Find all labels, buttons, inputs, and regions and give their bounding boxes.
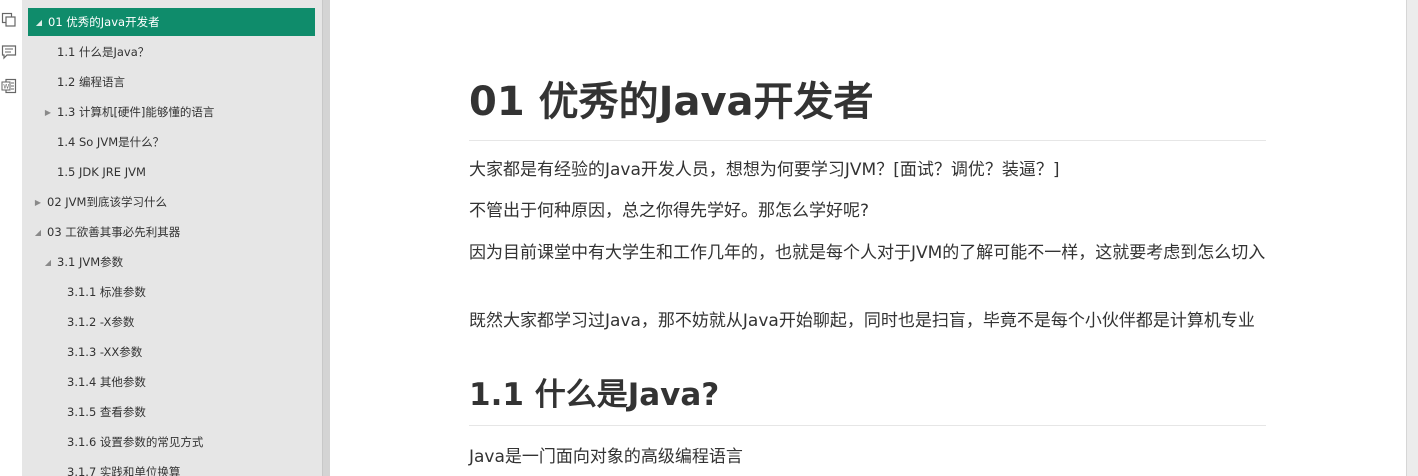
outline-sidebar: ◢ 01 优秀的Java开发者 1.1 什么是Java？ 1.2 编程语言 ▶ … — [22, 0, 322, 476]
toc-item-1-1[interactable]: 1.1 什么是Java？ — [28, 38, 315, 66]
toc-item-1-5[interactable]: 1.5 JDK JRE JVM — [28, 158, 315, 186]
icon-rail: W — [0, 0, 22, 476]
expand-triangle-icon[interactable]: ▶ — [33, 198, 43, 207]
collapse-triangle-icon[interactable]: ◢ — [33, 228, 43, 237]
paragraph: 因为目前课堂中有大学生和工作几年的，也就是每个人对于JVM的了解可能不一样，这就… — [469, 243, 1266, 263]
toc-item-label: 3.1.5 查看参数 — [67, 405, 146, 419]
toc-item-03[interactable]: ◢ 03 工欲善其事必先利其器 — [28, 218, 315, 246]
toc-item-3-1-4[interactable]: 3.1.4 其他参数 — [28, 368, 315, 396]
paragraph: Java是一门面向对象的高级编程语言 — [469, 447, 743, 467]
collapse-triangle-icon[interactable]: ◢ — [43, 258, 53, 267]
svg-text:W: W — [3, 84, 9, 91]
vertical-scrollbar[interactable] — [1406, 0, 1418, 476]
outline-pages-icon[interactable] — [1, 12, 17, 28]
toc-item-label: 3.1.4 其他参数 — [67, 375, 146, 389]
expand-triangle-icon[interactable]: ▶ — [43, 108, 53, 117]
sidebar-resize-handle[interactable] — [322, 0, 330, 476]
paragraph: 大家都是有经验的Java开发人员，想想为何要学习JVM？[面试？调优？装逼？] — [469, 160, 1060, 180]
toc-item-label: 3.1.7 实践和单位换算 — [67, 465, 181, 476]
toc-item-3-1-1[interactable]: 3.1.1 标准参数 — [28, 278, 315, 306]
heading-01: 01 优秀的Java开发者 — [469, 74, 1266, 141]
toc-item-label: 1.4 So JVM是什么？ — [57, 135, 165, 149]
toc-item-label: 1.2 编程语言 — [57, 75, 125, 89]
toc-item-label: 3.1.3 -XX参数 — [67, 345, 143, 359]
toc-item-3-1-7[interactable]: 3.1.7 实践和单位换算 — [28, 458, 315, 476]
toc-item-label: 1.1 什么是Java？ — [57, 45, 150, 59]
collapse-triangle-icon[interactable]: ◢ — [34, 18, 44, 27]
paragraph: 不管出于何种原因，总之你得先学好。那怎么学好呢? — [469, 201, 870, 221]
word-export-icon[interactable]: W — [1, 78, 17, 94]
toc-item-label: 3.1 JVM参数 — [57, 255, 124, 269]
toc-item-label: 3.1.6 设置参数的常见方式 — [67, 435, 204, 449]
toc-item-1-2[interactable]: 1.2 编程语言 — [28, 68, 315, 96]
heading-1-1: 1.1 什么是Java? — [469, 373, 1266, 426]
toc-item-label: 3.1.1 标准参数 — [67, 285, 146, 299]
toc-item-3-1-3[interactable]: 3.1.3 -XX参数 — [28, 338, 315, 366]
toc-item-label: 01 优秀的Java开发者 — [48, 15, 160, 29]
toc-item-3-1-6[interactable]: 3.1.6 设置参数的常见方式 — [28, 428, 315, 456]
toc-item-label: 1.3 计算机[硬件]能够懂的语言 — [57, 105, 215, 119]
paragraph: 既然大家都学习过Java，那不妨就从Java开始聊起，同时也是扫盲，毕竟不是每个… — [469, 311, 1255, 331]
toc-item-3-1-2[interactable]: 3.1.2 -X参数 — [28, 308, 315, 336]
toc-item-01[interactable]: ◢ 01 优秀的Java开发者 — [28, 8, 315, 36]
comment-icon[interactable] — [1, 44, 17, 60]
toc-item-1-4[interactable]: 1.4 So JVM是什么？ — [28, 128, 315, 156]
toc-item-02[interactable]: ▶ 02 JVM到底该学习什么 — [28, 188, 315, 216]
toc-item-3-1[interactable]: ◢ 3.1 JVM参数 — [28, 248, 315, 276]
editor-content[interactable]: 01 优秀的Java开发者 大家都是有经验的Java开发人员，想想为何要学习JV… — [330, 0, 1406, 476]
toc-item-label: 02 JVM到底该学习什么 — [47, 195, 167, 209]
toc-item-1-3[interactable]: ▶ 1.3 计算机[硬件]能够懂的语言 — [28, 98, 315, 126]
toc-item-label: 03 工欲善其事必先利其器 — [47, 225, 181, 239]
toc-item-label: 3.1.2 -X参数 — [67, 315, 135, 329]
toc-item-3-1-5[interactable]: 3.1.5 查看参数 — [28, 398, 315, 426]
toc-item-label: 1.5 JDK JRE JVM — [57, 165, 146, 179]
